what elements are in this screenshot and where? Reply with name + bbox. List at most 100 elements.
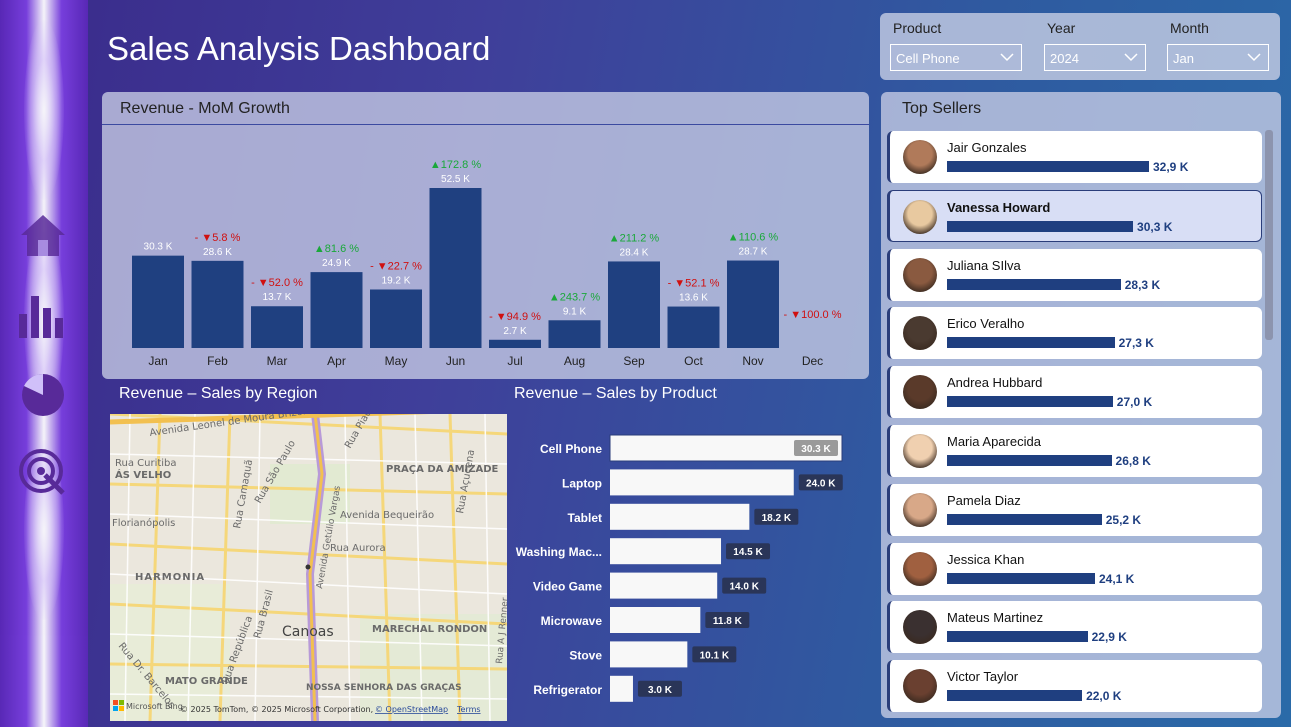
- bar[interactable]: [548, 320, 601, 348]
- seller-name: Vanessa Howard: [947, 199, 1051, 215]
- bar-chart-icon[interactable]: [12, 284, 74, 346]
- avatar: [903, 199, 937, 234]
- region-title: Revenue – Sales by Region: [119, 385, 318, 402]
- map-label: Florianópolis: [112, 517, 175, 529]
- seller-value: 25,2 K: [1105, 512, 1142, 527]
- data-label: 24.0 K: [798, 474, 843, 491]
- bar[interactable]: [610, 572, 718, 599]
- data-label-text: 14.5 K: [733, 547, 763, 558]
- bar[interactable]: [370, 289, 422, 348]
- seller-card[interactable]: Victor Taylor 22,0 K: [887, 660, 1262, 713]
- chevron-down-icon: [1124, 50, 1138, 67]
- x-tick-label: May: [385, 354, 408, 368]
- seller-value: 22,0 K: [1086, 689, 1122, 704]
- bar[interactable]: [610, 503, 750, 530]
- seller-card[interactable]: Jair Gonzales 32,9 K: [887, 131, 1262, 183]
- data-label: 14.5 K: [726, 543, 771, 560]
- data-label: 52.5 K: [441, 174, 470, 185]
- target-icon[interactable]: [12, 442, 74, 504]
- seller-card[interactable]: Andrea Hubbard 27,0 K: [887, 366, 1262, 419]
- category-label: Cell Phone: [540, 442, 602, 456]
- seller-bar: [947, 396, 1113, 408]
- data-label: 28.6 K: [203, 247, 232, 258]
- pie-chart-icon[interactable]: [12, 362, 74, 424]
- seller-value: 27,3 K: [1118, 336, 1154, 351]
- bar[interactable]: [251, 306, 303, 348]
- avatar: [903, 669, 937, 704]
- seller-card[interactable]: Vanessa Howard 30,3 K: [887, 189, 1262, 242]
- growth-label: - ▼94.9 %: [489, 311, 541, 323]
- growth-label: - ▼100.0 %: [784, 309, 842, 321]
- month-select-value: Jan: [1173, 51, 1194, 66]
- chevron-down-icon: [1000, 50, 1014, 67]
- scrollbar[interactable]: [1265, 130, 1273, 340]
- bar[interactable]: [489, 339, 541, 348]
- seller-card[interactable]: Maria Aparecida 26,8 K: [887, 425, 1262, 477]
- seller-value: 26,8 K: [1115, 454, 1151, 468]
- seller-bar: [947, 337, 1115, 349]
- map-label: PRAÇA DA AMIZADE: [386, 464, 499, 475]
- avatar: [903, 551, 937, 586]
- category-label: Laptop: [562, 476, 602, 490]
- bar[interactable]: [608, 261, 660, 348]
- data-label-text: 3.0 K: [648, 685, 673, 696]
- seller-name: Jessica Khan: [947, 551, 1025, 567]
- bar[interactable]: [610, 675, 633, 702]
- data-label: 28.7 K: [739, 247, 768, 258]
- x-tick-label: Jul: [507, 354, 522, 368]
- map-label: Rua Curitiba: [115, 458, 177, 469]
- seller-bar: [947, 220, 1134, 232]
- data-label: 11.8 K: [705, 612, 750, 628]
- seller-name: Andrea Hubbard: [947, 375, 1043, 391]
- bar[interactable]: [610, 469, 794, 496]
- growth-label: ▲110.6 %: [728, 232, 779, 244]
- avatar: [903, 140, 937, 174]
- month-select[interactable]: Jan: [1167, 44, 1269, 71]
- seller-bar: [947, 631, 1088, 643]
- home-icon[interactable]: [12, 204, 74, 266]
- data-label: 13.7 K: [263, 292, 292, 303]
- product-select-value: Cell Phone: [896, 51, 960, 66]
- seller-card[interactable]: Mateus Martinez 22,9 K: [887, 601, 1262, 654]
- data-label-text: 18.2 K: [762, 513, 792, 524]
- seller-bar: [947, 690, 1083, 702]
- nav-sidebar: [0, 0, 88, 727]
- bar[interactable]: [132, 255, 184, 348]
- bar[interactable]: [191, 260, 244, 348]
- map-label: ÁS VELHO: [115, 468, 171, 481]
- x-tick-label: Mar: [267, 354, 288, 368]
- x-tick-label: Jun: [446, 354, 465, 368]
- bar[interactable]: [610, 607, 701, 633]
- avatar: [903, 375, 937, 410]
- category-label: Video Game: [533, 580, 602, 594]
- seller-card[interactable]: Jessica Khan 24,1 K: [887, 542, 1262, 595]
- terms-link[interactable]: Terms: [456, 705, 481, 714]
- growth-label: - ▼52.0 %: [251, 277, 303, 289]
- avatar: [903, 316, 937, 351]
- bar[interactable]: [610, 538, 722, 565]
- osm-link[interactable]: © OpenStreetMap: [375, 705, 448, 714]
- map-label: NOSSA SENHORA DAS GRAÇAS: [306, 683, 462, 693]
- seller-card[interactable]: Erico Veralho 27,3 K: [887, 307, 1262, 360]
- filter-panel: Product Cell Phone Year 2024 Month Jan: [880, 13, 1280, 80]
- product-select[interactable]: Cell Phone: [890, 44, 1022, 71]
- bar[interactable]: [610, 641, 688, 668]
- bar[interactable]: [310, 272, 363, 348]
- data-label-text: 30.3 K: [801, 444, 831, 455]
- year-select[interactable]: 2024: [1044, 44, 1146, 71]
- seller-bar: [947, 278, 1121, 290]
- seller-card[interactable]: Juliana SIlva 28,3 K: [887, 248, 1262, 301]
- growth-label: ▲172.8 %: [430, 159, 481, 171]
- region-map[interactable]: Avenida Leonel de Moura Brizola Rua Curi…: [110, 414, 507, 721]
- data-label: 9.1 K: [563, 306, 587, 317]
- seller-bar: [947, 455, 1112, 466]
- seller-card[interactable]: Pamela Diaz 25,2 K: [887, 483, 1262, 536]
- map-brand: Microsoft Bing: [126, 702, 183, 711]
- data-label-text: 24.0 K: [806, 478, 836, 489]
- seller-name: Erico Veralho: [947, 316, 1025, 332]
- avatar: [903, 492, 937, 527]
- avatar: [903, 257, 937, 292]
- bar[interactable]: [429, 188, 482, 348]
- bar[interactable]: [667, 306, 720, 348]
- bar[interactable]: [727, 260, 779, 348]
